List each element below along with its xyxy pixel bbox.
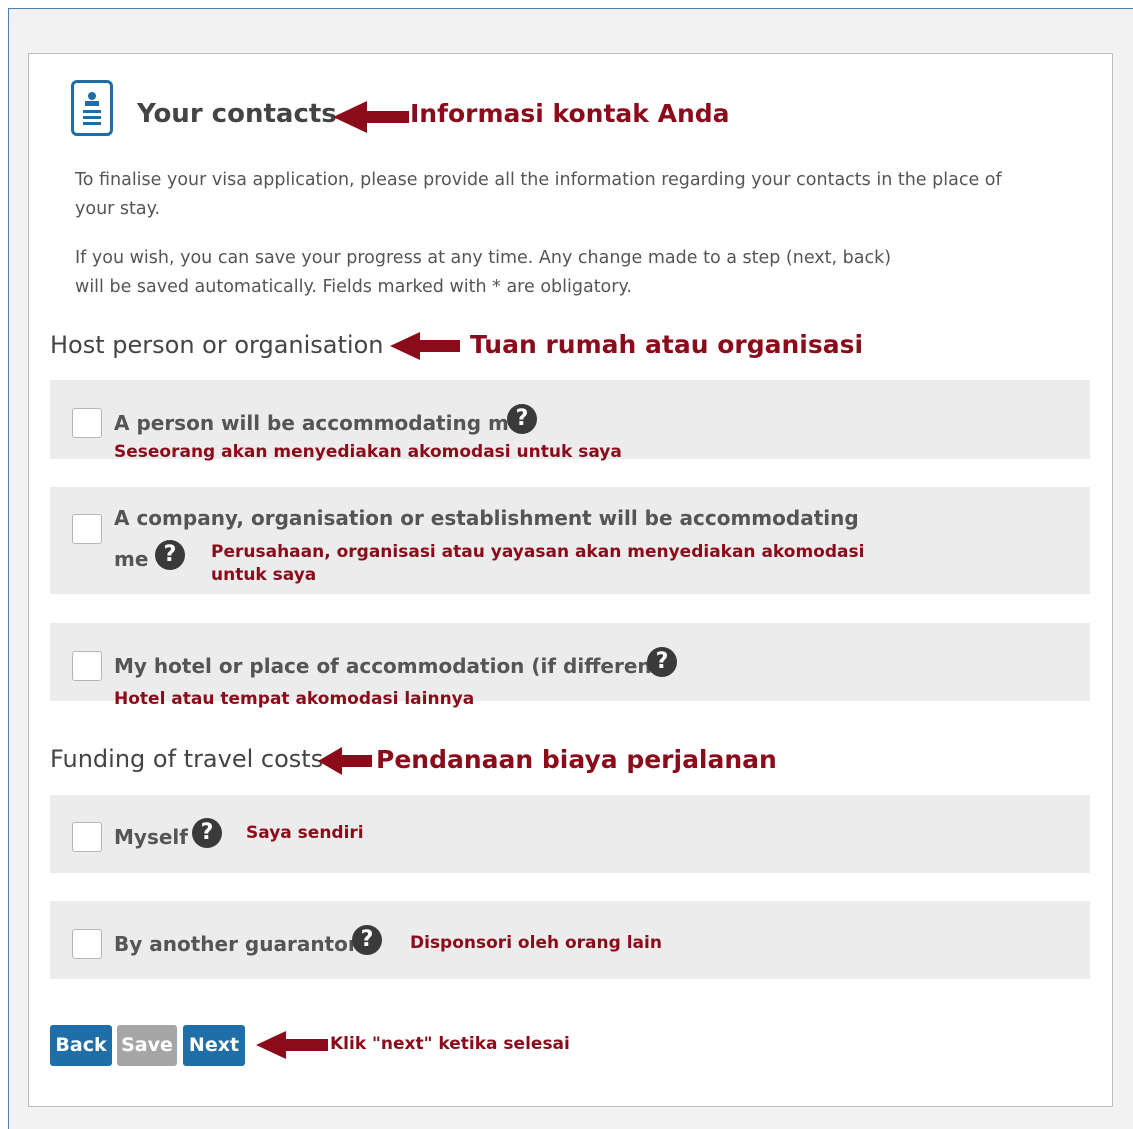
person-checkbox[interactable] xyxy=(72,408,102,438)
contact-card-icon xyxy=(71,80,113,136)
person-annotation: Seseorang akan menyediakan akomodasi unt… xyxy=(114,442,622,462)
title-annotation: Informasi kontak Anda xyxy=(410,99,730,128)
guarantor-label: By another guarantor xyxy=(114,932,358,956)
company-label-line-2: me xyxy=(114,547,149,571)
help-icon[interactable]: ? xyxy=(647,647,677,677)
hotel-checkbox[interactable] xyxy=(72,651,102,681)
page-title: Your contacts xyxy=(137,99,337,129)
guarantor-annotation: Disponsori oleh orang lain xyxy=(410,933,662,953)
myself-checkbox[interactable] xyxy=(72,822,102,852)
save-button[interactable]: Save xyxy=(117,1025,177,1066)
arrow-left-icon xyxy=(318,747,372,775)
help-icon[interactable]: ? xyxy=(352,925,382,955)
help-icon[interactable]: ? xyxy=(155,540,185,570)
guarantor-checkbox[interactable] xyxy=(72,929,102,959)
top-bar xyxy=(9,9,1133,21)
next-annotation: Klik "next" ketika selesai xyxy=(330,1034,570,1054)
host-section-heading: Host person or organisation xyxy=(50,331,384,359)
intro-line-4: will be saved automatically. Fields mark… xyxy=(75,277,632,297)
company-checkbox[interactable] xyxy=(72,514,102,544)
next-button[interactable]: Next xyxy=(183,1025,245,1066)
person-label: A person will be accommodating me xyxy=(114,411,523,435)
intro-line-1: To finalise your visa application, pleas… xyxy=(75,170,1002,190)
arrow-left-icon xyxy=(390,332,460,360)
intro-line-2: your stay. xyxy=(75,199,161,219)
funding-section-heading: Funding of travel costs xyxy=(50,745,324,773)
host-option-company xyxy=(50,487,1090,594)
company-label-line-1: A company, organisation or establishment… xyxy=(114,506,859,530)
company-annotation-line-1: Perusahaan, organisasi atau yayasan akan… xyxy=(211,542,865,562)
help-icon[interactable]: ? xyxy=(507,404,537,434)
hotel-label: My hotel or place of accommodation (if d… xyxy=(114,654,671,678)
hotel-annotation: Hotel atau tempat akomodasi lainnya xyxy=(114,689,475,709)
arrow-left-icon xyxy=(333,101,409,133)
company-annotation-line-2: untuk saya xyxy=(211,565,317,585)
host-section-annotation: Tuan rumah atau organisasi xyxy=(470,330,864,359)
help-icon[interactable]: ? xyxy=(192,818,222,848)
myself-label: Myself xyxy=(114,825,188,849)
arrow-left-icon xyxy=(256,1031,328,1059)
myself-annotation: Saya sendiri xyxy=(246,823,364,843)
intro-line-3: If you wish, you can save your progress … xyxy=(75,248,892,268)
funding-section-annotation: Pendanaan biaya perjalanan xyxy=(376,745,777,774)
back-button[interactable]: Back xyxy=(50,1025,112,1066)
